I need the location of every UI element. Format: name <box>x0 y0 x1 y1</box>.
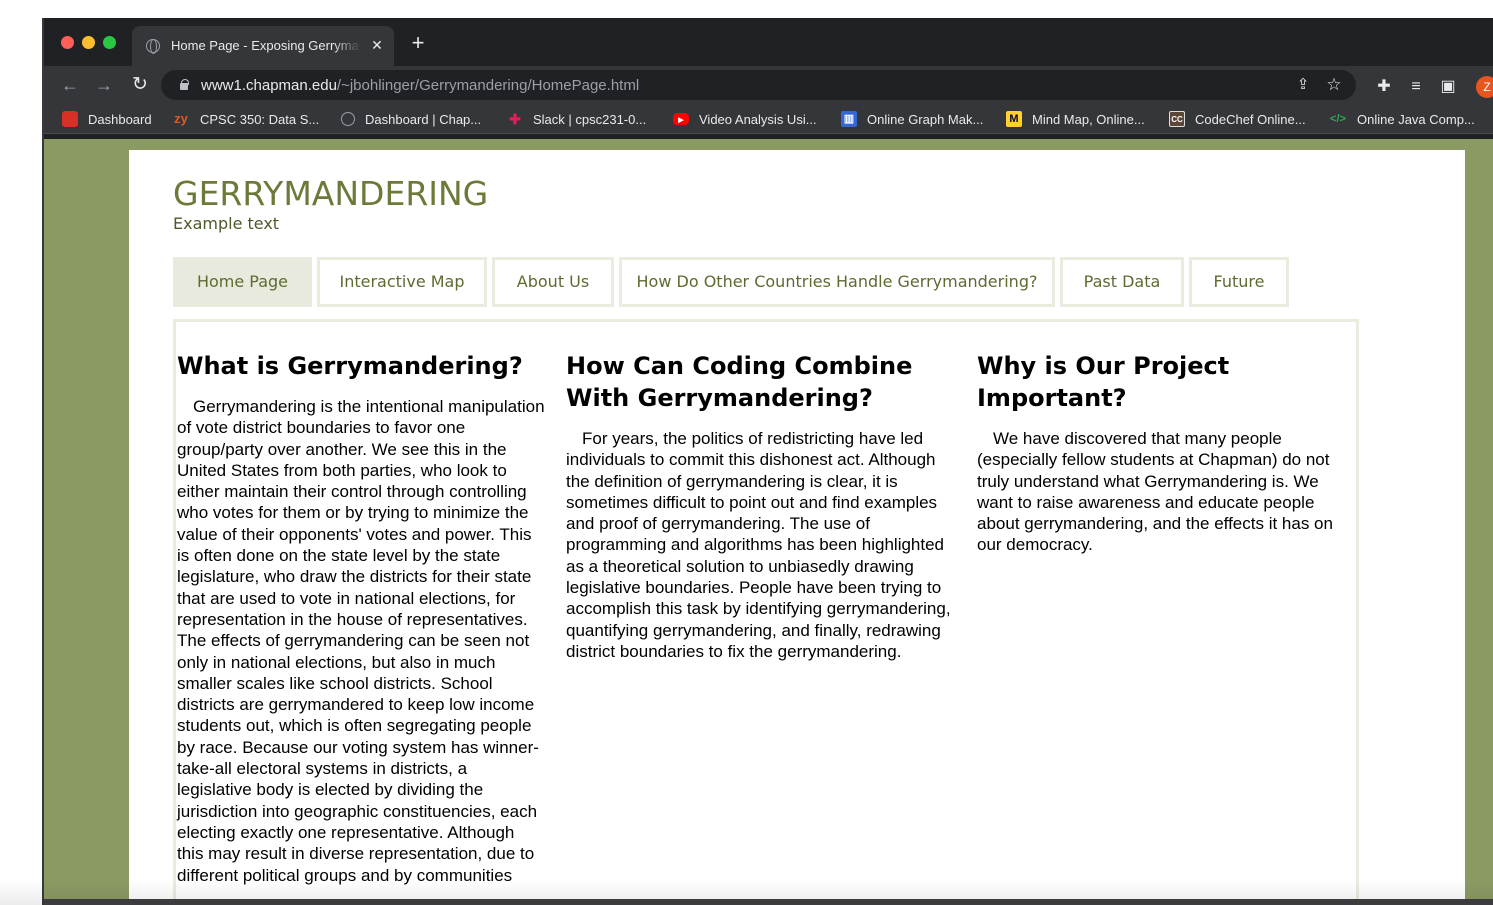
lock-icon[interactable] <box>180 79 189 90</box>
section-heading: What is Gerrymandering? <box>177 352 523 380</box>
back-arrow-icon[interactable]: ← <box>58 73 82 97</box>
forward-arrow-icon[interactable]: → <box>92 73 116 97</box>
browser-window: Home Page - Exposing Gerrymandering ✕ + … <box>44 18 1493 905</box>
site-title: GERRYMANDERING <box>173 174 489 213</box>
maximize-window-button[interactable] <box>103 36 116 49</box>
page-container: GERRYMANDERING Example text Home Page In… <box>129 150 1465 905</box>
nav-future[interactable]: Future <box>1189 257 1289 307</box>
bookmark-online-java[interactable]: </> Online Java Comp... <box>1329 110 1475 128</box>
bookmark-video-analysis[interactable]: ▶ Video Analysis Usi... <box>673 110 817 128</box>
share-icon[interactable]: ⇪ <box>1294 76 1312 94</box>
nav-past-data[interactable]: Past Data <box>1060 257 1184 307</box>
graph-icon: ▥ <box>841 111 857 127</box>
close-icon[interactable]: ✕ <box>367 35 387 55</box>
section-body: Gerrymandering is the intentional manipu… <box>177 397 545 885</box>
bookmark-dashboard-chapman[interactable]: Dashboard | Chap... <box>341 110 481 128</box>
nav-home-page[interactable]: Home Page <box>173 257 312 307</box>
content-box: What is Gerrymandering? Gerrymandering i… <box>173 319 1359 905</box>
address-bar[interactable]: www1.chapman.edu/~jbohlinger/Gerrymander… <box>161 70 1356 100</box>
profile-avatar[interactable]: Z <box>1476 76 1493 98</box>
url-text[interactable]: www1.chapman.edu/~jbohlinger/Gerrymander… <box>201 77 639 94</box>
section-what-is-gerrymandering: What is Gerrymandering? Gerrymandering i… <box>177 350 545 886</box>
reload-icon[interactable]: ↻ <box>128 73 152 97</box>
bookmark-codechef[interactable]: CC CodeChef Online... <box>1169 110 1306 128</box>
bookmark-online-graph[interactable]: ▥ Online Graph Mak... <box>841 110 983 128</box>
new-tab-button[interactable]: + <box>407 32 429 54</box>
tab-strip: Home Page - Exposing Gerrymandering ✕ + <box>44 18 1493 66</box>
tab-title: Home Page - Exposing Gerrymandering <box>171 38 361 53</box>
zybooks-icon: zy <box>174 111 188 126</box>
nav-other-countries[interactable]: How Do Other Countries Handle Gerrymande… <box>619 257 1055 307</box>
globe-icon <box>341 112 355 126</box>
slack-icon: ✚ <box>509 111 521 127</box>
page-viewport: GERRYMANDERING Example text Home Page In… <box>44 139 1493 905</box>
bookmark-cpsc350[interactable]: zy CPSC 350: Data S... <box>172 110 319 128</box>
bookmark-dashboard[interactable]: Dashboard <box>62 110 152 128</box>
section-body: For years, the politics of redistricting… <box>566 429 951 661</box>
close-window-button[interactable] <box>61 36 74 49</box>
section-heading: Why is Our Project Important? <box>977 352 1230 412</box>
browser-toolbar: ← → ↻ www1.chapman.edu/~jbohlinger/Gerry… <box>44 66 1493 104</box>
nav-about-us[interactable]: About Us <box>492 257 614 307</box>
dock-edge <box>44 899 1493 905</box>
bookmark-mind-map[interactable]: M Mind Map, Online... <box>1006 110 1145 128</box>
codechef-icon: CC <box>1169 111 1185 127</box>
bookmarks-bar: Dashboard zy CPSC 350: Data S... Dashboa… <box>44 104 1493 134</box>
dashboard-icon <box>62 111 78 127</box>
media-playlist-icon[interactable]: ≡ <box>1406 77 1426 97</box>
site-subtitle: Example text <box>173 214 280 233</box>
section-project-importance: Why is Our Project Important? We have di… <box>977 350 1349 556</box>
bookmark-slack[interactable]: ✚ Slack | cpsc231-0... <box>507 110 646 128</box>
desktop-left <box>0 0 44 905</box>
code-icon: </> <box>1330 113 1346 125</box>
globe-icon <box>146 39 160 54</box>
desktop-top <box>0 0 1493 18</box>
miro-icon: M <box>1006 111 1022 127</box>
youtube-icon: ▶ <box>673 113 689 125</box>
extensions-puzzle-icon[interactable]: ✚ <box>1374 77 1394 97</box>
section-coding-gerrymandering: How Can Coding Combine With Gerrymanderi… <box>566 350 958 662</box>
section-body: We have discovered that many people (esp… <box>977 429 1333 555</box>
nav-interactive-map[interactable]: Interactive Map <box>317 257 487 307</box>
tab-home-page[interactable]: Home Page - Exposing Gerrymandering ✕ <box>132 26 394 66</box>
bookmark-star-icon[interactable]: ☆ <box>1324 75 1344 95</box>
section-heading: How Can Coding Combine With Gerrymanderi… <box>566 352 913 412</box>
minimize-window-button[interactable] <box>82 36 95 49</box>
side-panel-icon[interactable]: ▣ <box>1438 77 1458 97</box>
